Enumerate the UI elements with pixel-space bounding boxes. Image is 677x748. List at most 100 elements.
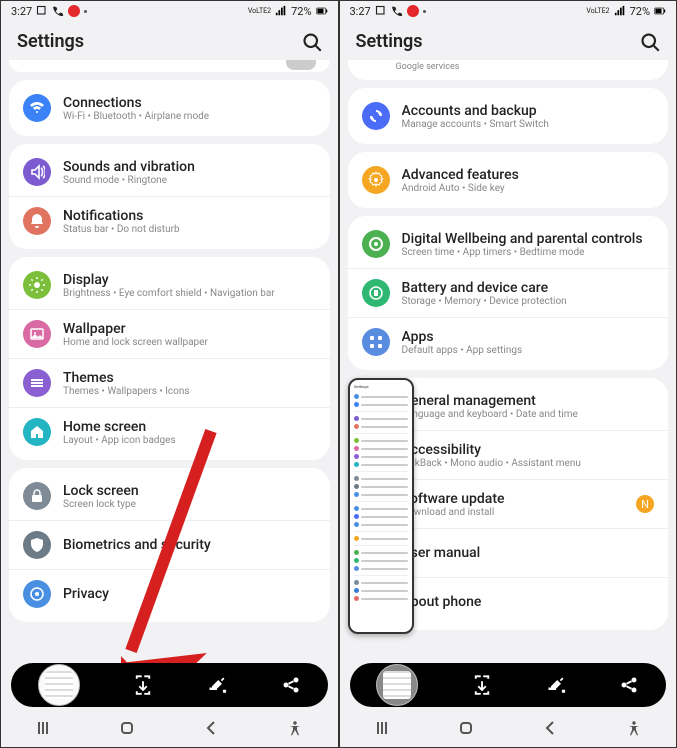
item-title: Biometrics and security — [63, 537, 211, 553]
settings-item-lock-screen[interactable]: Lock screenScreen lock type — [9, 472, 330, 520]
recents-button[interactable] — [374, 720, 390, 736]
scroll-capture-icon[interactable] — [472, 675, 492, 695]
item-title: Wallpaper — [63, 321, 208, 337]
edit-screenshot-icon[interactable] — [207, 675, 227, 695]
settings-item-privacy[interactable]: Privacy — [9, 569, 330, 618]
settings-item-notifications[interactable]: NotificationsStatus bar • Do not disturb — [9, 196, 330, 245]
share-icon[interactable] — [619, 675, 639, 695]
previous-card-edge: Google services — [348, 60, 669, 80]
screenshot-indicator-icon — [36, 5, 48, 17]
settings-item-display[interactable]: DisplayBrightness • Eye comfort shield •… — [9, 261, 330, 309]
apps-icon — [362, 328, 390, 356]
settings-item-advanced-features[interactable]: Advanced featuresAndroid Auto • Side key — [348, 156, 669, 204]
item-subtitle: Wi-Fi • Bluetooth • Airplane mode — [63, 111, 209, 122]
search-icon[interactable] — [302, 32, 322, 52]
scroll-capture-preview[interactable]: Settings — [348, 378, 414, 634]
airtel-icon — [407, 5, 419, 17]
settings-item-apps[interactable]: AppsDefault apps • App settings — [348, 317, 669, 366]
item-subtitle: Sound mode • Ringtone — [63, 175, 195, 186]
header: Settings — [340, 21, 677, 60]
item-subtitle: Status bar • Do not disturb — [63, 224, 180, 235]
item-subtitle: Themes • Wallpapers • Icons — [63, 386, 190, 397]
item-title: Themes — [63, 370, 190, 386]
accessibility-button[interactable] — [287, 720, 303, 736]
settings-item-sounds-and-vibration[interactable]: Sounds and vibrationSound mode • Rington… — [9, 148, 330, 196]
scroll-capture-icon[interactable] — [133, 675, 153, 695]
item-subtitle: TalkBack • Mono audio • Assistant menu — [402, 458, 581, 469]
item-subtitle: Home and lock screen wallpaper — [63, 337, 208, 348]
recents-button[interactable] — [35, 720, 51, 736]
back-button[interactable] — [203, 720, 219, 736]
settings-item-digital-wellbeing-and-parental-controls[interactable]: Digital Wellbeing and parental controlsS… — [348, 220, 669, 268]
item-subtitle: Screen time • App timers • Bedtime mode — [402, 247, 643, 258]
item-title: Connections — [63, 95, 209, 111]
sun-icon — [23, 271, 51, 299]
item-subtitle: Download and install — [402, 507, 505, 518]
settings-item-biometrics-and-security[interactable]: Biometrics and security — [9, 520, 330, 569]
battery-percent: 72% — [291, 5, 311, 18]
settings-item-home-screen[interactable]: Home screenLayout • App icon badges — [9, 407, 330, 456]
header: Settings — [1, 21, 338, 60]
page-title: Settings — [356, 31, 423, 52]
item-title: Advanced features — [402, 167, 519, 183]
airtel-icon — [68, 5, 80, 17]
image-icon — [23, 320, 51, 348]
item-subtitle: Storage • Memory • Device protection — [402, 296, 567, 307]
sync-icon — [362, 102, 390, 130]
item-title: Digital Wellbeing and parental controls — [402, 231, 643, 247]
item-subtitle: Layout • App icon badges — [63, 435, 176, 446]
battery-percent: 72% — [630, 5, 650, 18]
notification-badge: N — [636, 495, 654, 513]
more-indicator — [84, 10, 87, 13]
item-title: Display — [63, 272, 275, 288]
item-subtitle: Brightness • Eye comfort shield • Naviga… — [63, 288, 275, 299]
accessibility-button[interactable] — [626, 720, 642, 736]
item-subtitle: Manage accounts • Smart Switch — [402, 119, 549, 130]
search-icon[interactable] — [640, 32, 660, 52]
home-icon — [23, 418, 51, 446]
edit-screenshot-icon[interactable] — [546, 675, 566, 695]
back-button[interactable] — [542, 720, 558, 736]
item-title: Lock screen — [63, 483, 139, 499]
palette-icon — [23, 369, 51, 397]
more-indicator — [423, 10, 426, 13]
clock: 3:27 — [350, 5, 371, 18]
settings-list[interactable]: ConnectionsWi-Fi • Bluetooth • Airplane … — [1, 60, 338, 747]
screenshot-indicator-icon — [375, 5, 387, 17]
screenshot-toolbar — [350, 663, 667, 707]
item-title: Software update — [402, 491, 505, 507]
item-subtitle: Language and keyboard • Date and time — [402, 409, 578, 420]
phone-icon — [52, 5, 64, 17]
wifi-icon — [23, 94, 51, 122]
status-bar: 3:27 VoLTE2 72% — [340, 1, 677, 21]
home-button[interactable] — [119, 720, 135, 736]
navigation-bar — [1, 709, 338, 747]
bell-icon — [23, 207, 51, 235]
previous-card-edge — [9, 60, 330, 72]
network-label: VoLTE2 — [248, 8, 271, 14]
item-title: Accessibility — [402, 442, 581, 458]
battery-icon — [654, 5, 666, 17]
screenshot-left: 3:27 VoLTE2 72% Settings ConnectionsWi-F… — [0, 0, 339, 748]
item-title: Notifications — [63, 208, 180, 224]
item-title: Privacy — [63, 586, 109, 602]
item-subtitle: Default apps • App settings — [402, 345, 523, 356]
settings-item-battery-and-device-care[interactable]: Battery and device careStorage • Memory … — [348, 268, 669, 317]
settings-item-wallpaper[interactable]: WallpaperHome and lock screen wallpaper — [9, 309, 330, 358]
settings-item-accounts-and-backup[interactable]: Accounts and backupManage accounts • Sma… — [348, 92, 669, 140]
item-title: Home screen — [63, 419, 176, 435]
sound-icon — [23, 158, 51, 186]
partial-item-label: Google services — [396, 62, 460, 72]
settings-item-themes[interactable]: ThemesThemes • Wallpapers • Icons — [9, 358, 330, 407]
item-subtitle: Screen lock type — [63, 499, 139, 510]
share-icon[interactable] — [281, 675, 301, 695]
screenshot-thumbnail[interactable] — [376, 664, 418, 706]
home-button[interactable] — [458, 720, 474, 736]
item-subtitle: Android Auto • Side key — [402, 183, 519, 194]
partial-toggle[interactable] — [286, 60, 316, 70]
screenshot-thumbnail[interactable] — [38, 664, 80, 706]
item-title: Sounds and vibration — [63, 159, 195, 175]
settings-item-connections[interactable]: ConnectionsWi-Fi • Bluetooth • Airplane … — [9, 84, 330, 132]
screenshot-right: 3:27 VoLTE2 72% Settings Google services… — [339, 0, 677, 748]
item-title: Accounts and backup — [402, 103, 549, 119]
